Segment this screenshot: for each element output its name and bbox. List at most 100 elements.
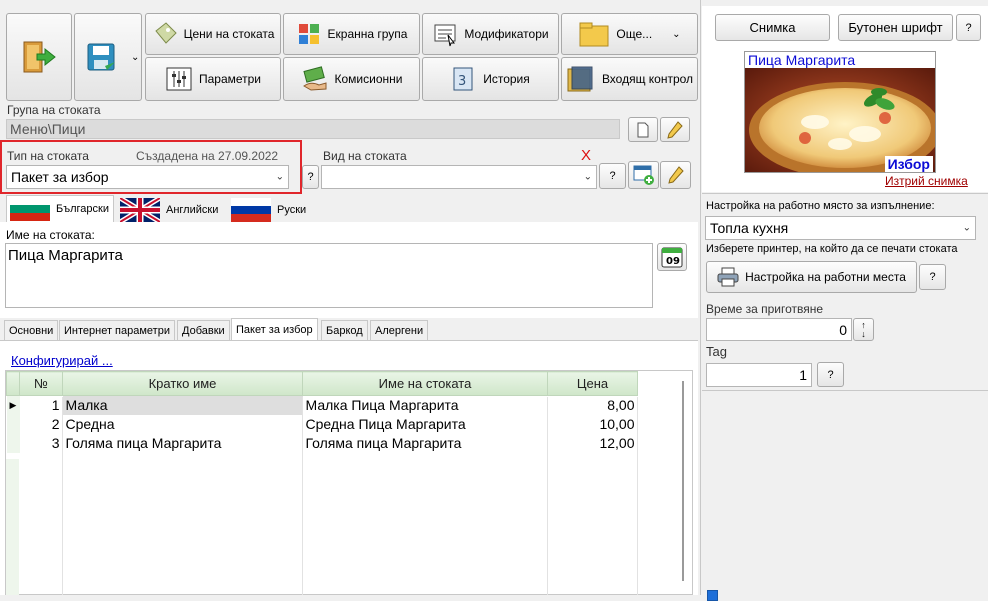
language-tab-russian[interactable]: Руски (228, 197, 310, 222)
tab-label: Пакет за избор (236, 323, 313, 336)
history-label: История (483, 72, 530, 86)
chevron-down-icon: ⌄ (962, 222, 971, 234)
col-item-name: Име на стоката (302, 371, 548, 396)
tab-choice-package[interactable]: Пакет за избор (231, 318, 318, 340)
cell-item-name[interactable]: Малка Пица Маргарита (303, 396, 548, 415)
calendar-icon: 09 (661, 247, 683, 268)
workplace-value: Топла кухня (710, 220, 789, 236)
box-icon (567, 66, 593, 92)
edit-kind-button[interactable] (660, 161, 691, 189)
name-value: Пица Маргарита (8, 247, 123, 264)
row-indicator (6, 414, 20, 434)
tag-help-button[interactable]: ? (817, 362, 844, 387)
tab-basic[interactable]: Основни (4, 320, 59, 340)
type-help-button[interactable]: ? (302, 165, 319, 189)
col-number: № (19, 371, 63, 396)
modifiers-label: Модификатори (464, 27, 549, 41)
prep-time-spinner[interactable]: ↑ ↓ (853, 318, 874, 341)
more-button[interactable]: Още... ⌄ (561, 13, 698, 55)
table-row[interactable]: 3 Голяма пица Маргарита Голяма пица Марг… (6, 433, 638, 453)
col-divider (547, 397, 548, 595)
product-picture: Пица Маргарита Избор (744, 51, 936, 173)
type-select[interactable]: Пакет за избор ⌄ (6, 165, 289, 189)
group-label: Група на стоката (7, 103, 101, 117)
type-value: Пакет за избор (11, 169, 109, 185)
cell-number: 1 (51, 397, 60, 414)
parameters-button[interactable]: Параметри (145, 57, 281, 101)
calendar-day: 09 (666, 256, 680, 267)
screen-group-button[interactable]: Екранна група (283, 13, 420, 55)
col-divider (302, 397, 303, 595)
type-help-label: ? (307, 171, 314, 183)
group-field: Меню\Пици (6, 119, 620, 139)
save-disk-icon (87, 43, 115, 71)
pizza-photo (745, 68, 935, 172)
modifiers-button[interactable]: Модификатори (422, 13, 559, 55)
button-font-button[interactable]: Бутонен шрифт (838, 14, 953, 41)
language-tab-bulgarian[interactable]: Български (6, 195, 114, 222)
row-indicator-column (6, 459, 19, 595)
cell-item-name[interactable]: Средна Пица Маргарита (303, 415, 548, 434)
tab-barcode[interactable]: Баркод (321, 320, 368, 340)
right-panel-divider (700, 0, 701, 595)
cell-short-name[interactable]: Малка (62, 395, 303, 415)
incoming-control-button[interactable]: Входящ контрол (561, 57, 698, 101)
parameters-label: Параметри (198, 72, 262, 86)
tab-additions[interactable]: Добавки (177, 320, 230, 340)
svg-text:3: 3 (458, 74, 466, 89)
workplace-help-button[interactable]: ? (919, 264, 946, 290)
table-row[interactable]: ▶ 1 Малка Малка Пица Маргарита 8,00 (6, 395, 638, 415)
chevron-down-icon: ⌄ (275, 171, 284, 183)
cell-price[interactable]: 8,00 (548, 396, 638, 415)
cell-item-name[interactable]: Голяма пица Маргарита (303, 434, 548, 453)
printer-label: Изберете принтер, на който да се печати … (706, 243, 958, 255)
prep-time-label: Време за приготвяне (706, 302, 824, 316)
kind-clear-button[interactable]: X (581, 147, 591, 164)
configure-link[interactable]: Конфигурирай ... (11, 353, 113, 368)
new-group-button[interactable] (628, 117, 658, 142)
windows-grid-icon (298, 24, 319, 44)
save-button[interactable]: ⌄ (74, 13, 142, 101)
workplace-settings-button[interactable]: Настройка на работни места (706, 261, 917, 293)
tab-label: Баркод (326, 324, 363, 337)
prep-time-input[interactable]: 0 (706, 318, 852, 341)
delete-picture-link[interactable]: Изтрий снимка (885, 174, 968, 188)
cell-short-name[interactable]: Средна (63, 415, 303, 434)
commissions-button[interactable]: Комисионни (283, 57, 420, 101)
calendar-button[interactable]: 09 (657, 243, 687, 271)
picture-help-button[interactable]: ? (956, 14, 981, 41)
picture-button[interactable]: Снимка (715, 14, 830, 41)
edit-group-button[interactable] (660, 117, 690, 142)
language-label-russian: Руски (277, 203, 307, 216)
checkbox-partial[interactable] (707, 590, 718, 601)
screen-group-label: Екранна група (327, 27, 408, 41)
col-price: Цена (547, 371, 638, 396)
history-button[interactable]: 3 История (422, 57, 559, 101)
col-divider (637, 397, 638, 595)
bulgarian-flag-icon (10, 197, 50, 221)
kind-help-label: ? (609, 170, 616, 182)
cell-price[interactable]: 10,00 (548, 415, 638, 434)
name-textarea[interactable]: Пица Маргарита (5, 243, 653, 308)
name-label: Име на стоката: (6, 228, 95, 242)
language-tab-english[interactable]: Английски (117, 197, 225, 222)
table-row[interactable]: 2 Средна Средна Пица Маргарита 10,00 (6, 414, 638, 434)
vertical-scrollbar[interactable] (682, 381, 684, 581)
tag-input[interactable]: 1 (706, 363, 812, 387)
cell-price[interactable]: 12,00 (548, 434, 638, 453)
kind-select[interactable]: ⌄ (321, 165, 597, 189)
tab-label: Интернет параметри (64, 324, 170, 337)
button-font-label: Бутонен шрифт (848, 20, 943, 35)
created-date-label: Създадена на 27.09.2022 (136, 149, 279, 163)
prices-button[interactable]: Цени на стоката (145, 13, 281, 55)
tab-allergens[interactable]: Алергени (370, 320, 429, 340)
add-kind-button[interactable] (628, 161, 659, 189)
tab-internet-parameters[interactable]: Интернет параметри (59, 320, 175, 340)
kind-help-button[interactable]: ? (599, 163, 626, 189)
commissions-label: Комисионни (334, 72, 403, 86)
exit-button[interactable] (6, 13, 72, 101)
row-indicator-header (6, 371, 20, 396)
cell-number: 3 (51, 435, 60, 451)
workplace-select[interactable]: Топла кухня ⌄ (705, 216, 976, 240)
cell-short-name[interactable]: Голяма пица Маргарита (63, 434, 303, 453)
